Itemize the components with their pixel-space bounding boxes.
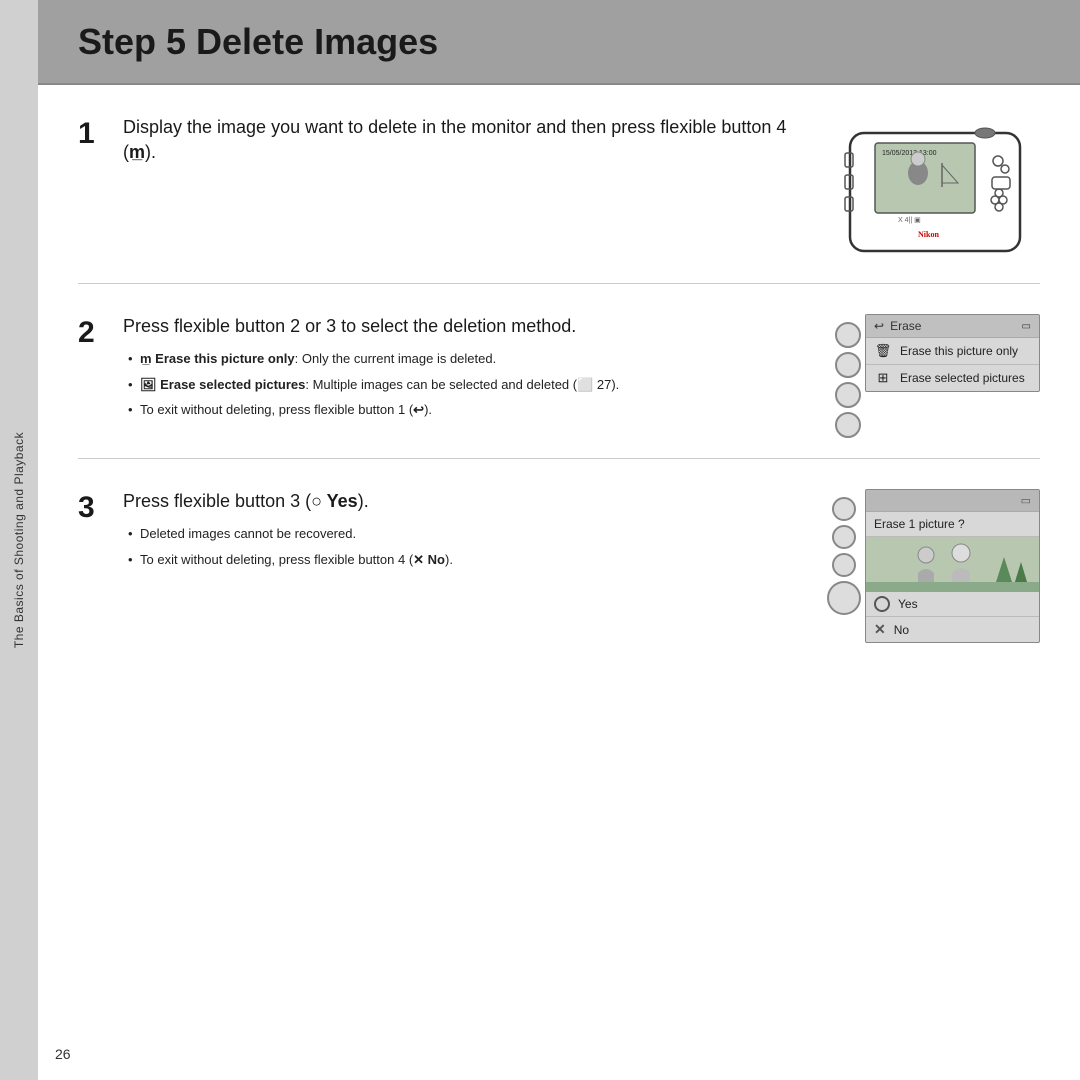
step-3-body: Deleted images cannot be recovered. To e… [123, 524, 800, 569]
confirm-image-svg [866, 537, 1039, 592]
step-2-image: ↩ Erase ▭ 🗑 Erase this picture only ⊞ Er… [820, 314, 1040, 438]
btn-3 [835, 382, 861, 408]
step-1-image: 15/05/2013 13:00 X [820, 115, 1040, 263]
btn-s4-large [827, 581, 861, 615]
confirm-no-row: ✕ No [866, 617, 1039, 642]
no-label: No [894, 623, 909, 637]
step-3-image: ▭ Erase 1 picture ? [820, 489, 1040, 643]
confirm-screen: ▭ Erase 1 picture ? [865, 489, 1040, 643]
step-2-illustration: ↩ Erase ▭ 🗑 Erase this picture only ⊞ Er… [835, 314, 1040, 438]
no-x-icon: ✕ [874, 621, 886, 638]
step-1-content: Display the image you want to delete in … [123, 115, 820, 175]
step-1-row: 1 Display the image you want to delete i… [78, 115, 1040, 284]
btn-s3 [832, 553, 856, 577]
step-2-content: Press flexible button 2 or 3 to select t… [123, 314, 820, 426]
erase-menu-screen: ↩ Erase ▭ 🗑 Erase this picture only ⊞ Er… [865, 314, 1040, 392]
erase-selected-label: Erase selected pictures [900, 371, 1025, 385]
sidebar: The Basics of Shooting and Playback [0, 0, 38, 1080]
step-1-number: 1 [78, 117, 123, 151]
btn-4 [835, 412, 861, 438]
step-3-heading: Press flexible button 3 (○ Yes). [123, 489, 800, 514]
step-3-illustration: ▭ Erase 1 picture ? [827, 489, 1040, 643]
page-title: Step 5 Delete Images [78, 21, 438, 63]
step-2-bullet-2: 🖼 Erase selected pictures: Multiple imag… [128, 375, 800, 395]
step-2-body: m̲ Erase this picture only: Only the cur… [123, 349, 800, 420]
btn-s1 [832, 497, 856, 521]
sidebar-label: The Basics of Shooting and Playback [12, 432, 26, 648]
erase-label: Erase [890, 319, 921, 333]
button-strip-2 [835, 322, 861, 438]
step-3-number: 3 [78, 491, 123, 525]
battery-icon: ▭ [1022, 321, 1031, 332]
erase-selected-icon: ⊞ [874, 370, 892, 386]
step-2-row: 2 Press flexible button 2 or 3 to select… [78, 314, 1040, 459]
erase-menu-item-2: ⊞ Erase selected pictures [866, 365, 1039, 391]
button-strip-3 [827, 497, 861, 615]
step-3-bullet-1: Deleted images cannot be recovered. [128, 524, 800, 544]
confirm-image-area [866, 537, 1039, 592]
camera-illustration: 15/05/2013 13:00 X [840, 115, 1040, 263]
confirm-yes-row: Yes [866, 592, 1039, 617]
confirm-top-bar: ▭ [866, 490, 1039, 512]
step-2-bullet-1: m̲ Erase this picture only: Only the cur… [128, 349, 800, 369]
page-number: 26 [55, 1046, 71, 1062]
erase-menu-item-1: 🗑 Erase this picture only [866, 338, 1039, 365]
confirm-question: Erase 1 picture ? [866, 512, 1039, 537]
step-2-number: 2 [78, 316, 123, 350]
back-icon: ↩ [874, 319, 884, 333]
erase-picture-icon: 🗑 [874, 343, 892, 359]
step-2-heading: Press flexible button 2 or 3 to select t… [123, 314, 800, 339]
step-2-bullet-3: To exit without deleting, press flexible… [128, 400, 800, 420]
svg-text:15/05/2013 13:00: 15/05/2013 13:00 [882, 150, 937, 157]
btn-s2 [832, 525, 856, 549]
step-3-row: 3 Press flexible button 3 (○ Yes). Delet… [78, 489, 1040, 663]
header-banner: Step 5 Delete Images [38, 0, 1080, 85]
step-3-bullet-2: To exit without deleting, press flexible… [128, 550, 800, 570]
yes-circle-icon [874, 596, 890, 612]
erase-menu-topbar: ↩ Erase ▭ [866, 315, 1039, 338]
step-3-content: Press flexible button 3 (○ Yes). Deleted… [123, 489, 820, 575]
step-1-heading: Display the image you want to delete in … [123, 115, 800, 165]
svg-text:Nikon: Nikon [918, 230, 939, 239]
btn-2 [835, 352, 861, 378]
erase-picture-label: Erase this picture only [900, 344, 1018, 358]
main-content: 1 Display the image you want to delete i… [38, 85, 1080, 1080]
btn-1 [835, 322, 861, 348]
svg-text:X 4|| ▣: X 4|| ▣ [898, 217, 921, 224]
yes-label: Yes [898, 597, 918, 611]
